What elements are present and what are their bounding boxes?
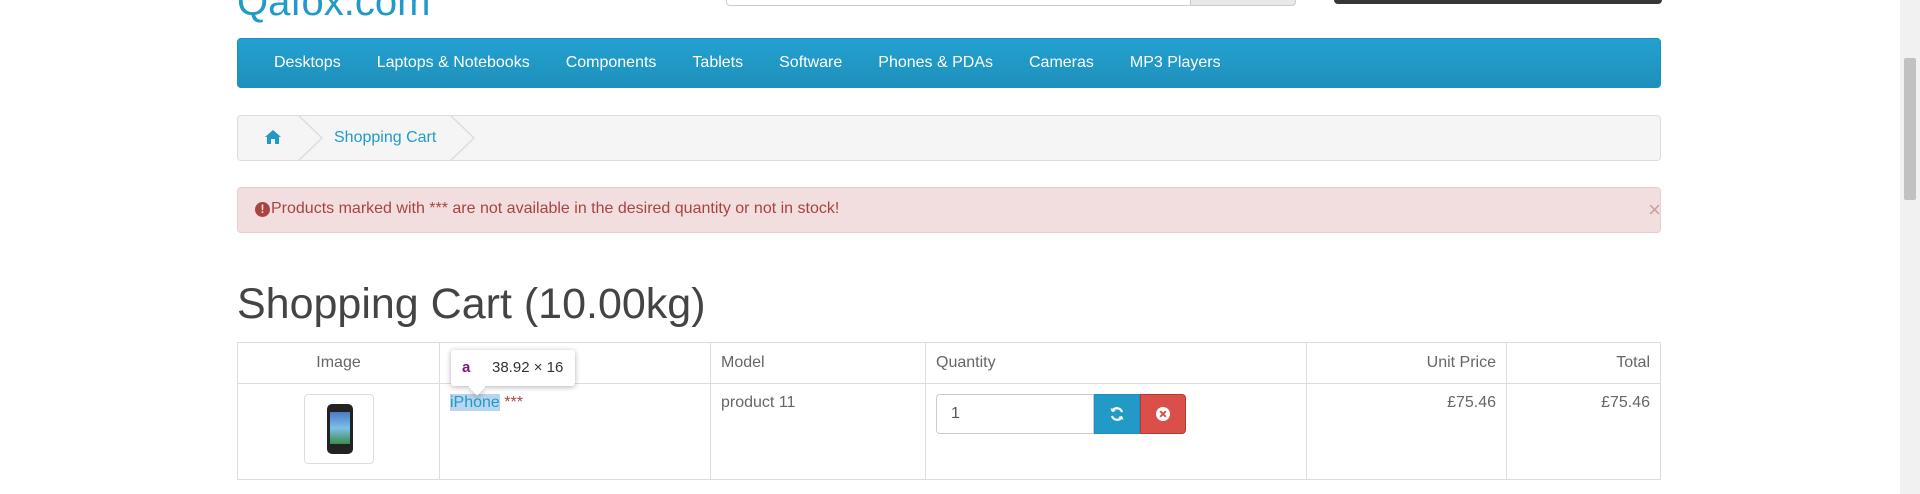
page-title: Shopping Cart (10.00kg) xyxy=(237,280,706,328)
search-input[interactable] xyxy=(726,0,1192,6)
quantity-input[interactable] xyxy=(936,394,1094,434)
alert-close-button[interactable]: × xyxy=(1648,197,1661,223)
inspector-tooltip: a 38.92 × 16 xyxy=(451,350,575,396)
alert-message: Products marked with *** are not availab… xyxy=(271,200,840,217)
breadcrumb-shopping-cart-link[interactable]: Shopping Cart xyxy=(334,129,436,147)
iphone-image xyxy=(326,404,353,454)
cell-model: product 11 xyxy=(710,383,926,480)
exclamation-circle-icon: ! xyxy=(255,202,270,217)
times-circle-icon xyxy=(1156,407,1170,421)
column-header-model: Model xyxy=(710,342,926,384)
menu-item-software[interactable]: Software xyxy=(761,54,860,72)
main-menu: Desktops Laptops & Notebooks Components … xyxy=(237,38,1661,88)
breadcrumb-separator xyxy=(449,115,476,161)
column-header-unit-price: Unit Price xyxy=(1306,342,1507,384)
tooltip-tag-name: a xyxy=(462,359,471,376)
cell-product-name: iPhone *** xyxy=(439,383,711,480)
cell-total: £75.46 xyxy=(1506,383,1661,480)
tooltip-dimensions: 38.92 × 16 xyxy=(492,359,564,376)
menu-item-laptops-notebooks[interactable]: Laptops & Notebooks xyxy=(359,54,548,72)
stock-warning-alert: ! Products marked with *** are not avail… xyxy=(237,187,1661,233)
cell-image xyxy=(237,383,440,480)
search-button[interactable] xyxy=(1190,0,1296,6)
menu-item-desktops[interactable]: Desktops xyxy=(256,54,359,72)
table-row: iPhone *** product 11 1 £75.46 £75.46 xyxy=(237,383,1661,480)
column-header-quantity: Quantity xyxy=(925,342,1307,384)
menu-item-components[interactable]: Components xyxy=(548,54,675,72)
product-name-link[interactable]: iPhone xyxy=(450,394,500,411)
scrollbar-thumb[interactable] xyxy=(1904,58,1916,200)
product-thumbnail[interactable] xyxy=(303,394,374,464)
refresh-icon xyxy=(1110,407,1124,421)
menu-item-phones-pdas[interactable]: Phones & PDAs xyxy=(860,54,1011,72)
menu-item-cameras[interactable]: Cameras xyxy=(1011,54,1112,72)
cell-quantity xyxy=(925,383,1307,480)
breadcrumb-separator xyxy=(297,115,324,161)
menu-item-mp3-players[interactable]: MP3 Players xyxy=(1112,54,1239,72)
update-button[interactable] xyxy=(1094,394,1140,434)
remove-button[interactable] xyxy=(1140,394,1186,434)
cart-total-button[interactable] xyxy=(1334,0,1662,4)
menu-item-tablets[interactable]: Tablets xyxy=(674,54,761,72)
vertical-scrollbar[interactable] xyxy=(1900,0,1920,494)
home-icon[interactable] xyxy=(264,128,282,146)
breadcrumb: Shopping Cart xyxy=(237,115,1661,161)
out-of-stock-marker: *** xyxy=(499,394,523,411)
store-logo[interactable]: Qafox.com xyxy=(237,0,430,24)
column-header-total: Total xyxy=(1506,342,1661,384)
cell-unit-price: £75.46 xyxy=(1306,383,1507,480)
column-header-image: Image xyxy=(237,342,440,384)
quantity-group xyxy=(936,394,1296,434)
